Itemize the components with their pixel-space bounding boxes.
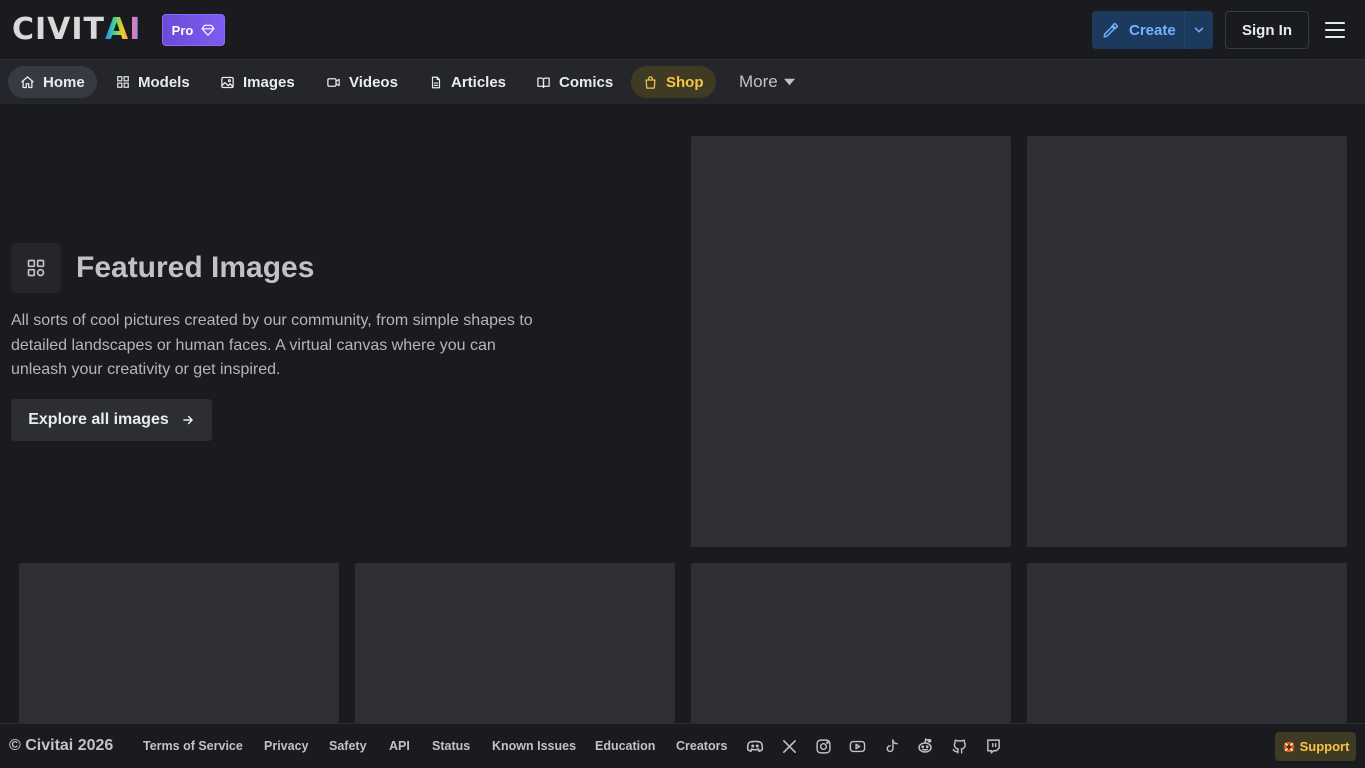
support-button[interactable]: Support — [1275, 732, 1356, 761]
footer-link-education[interactable]: Education — [595, 739, 655, 753]
top-header: CIVIT AI Pro Create Sign In — [0, 0, 1365, 60]
footer-link-terms[interactable]: Terms of Service — [143, 739, 243, 753]
twitch-icon[interactable] — [983, 736, 1003, 756]
image-card[interactable] — [691, 563, 1011, 723]
youtube-icon[interactable] — [847, 736, 867, 756]
footer-link-status[interactable]: Status — [432, 739, 470, 753]
image-card[interactable] — [691, 136, 1011, 547]
copyright-text: © Civitai 2026 — [9, 737, 114, 754]
support-label: Support — [1299, 739, 1350, 754]
nav-more-label: More — [739, 72, 778, 91]
logo-text-accent: AI — [105, 12, 142, 47]
create-dropdown-toggle[interactable] — [1184, 11, 1213, 49]
sign-in-button[interactable]: Sign In — [1225, 11, 1309, 49]
tiktok-icon[interactable] — [881, 736, 901, 756]
nav-item-comics[interactable]: Comics — [524, 66, 625, 98]
home-icon — [21, 75, 34, 88]
footer-link-creators[interactable]: Creators — [676, 739, 727, 753]
civitai-logo[interactable]: CIVIT AI — [12, 15, 141, 45]
nav-label: Articles — [451, 73, 507, 91]
x-icon[interactable] — [779, 736, 799, 756]
nav-label: Videos — [349, 73, 398, 91]
image-card[interactable] — [1027, 563, 1347, 723]
create-label: Create — [1129, 21, 1176, 39]
footer-link-safety[interactable]: Safety — [329, 739, 367, 753]
image-card[interactable] — [1027, 136, 1347, 547]
nav-label: Home — [43, 73, 85, 91]
instagram-icon[interactable] — [813, 736, 833, 756]
footer-link-api[interactable]: API — [389, 739, 410, 753]
footer: © Civitai 2026 Terms of Service Privacy … — [0, 723, 1365, 768]
reddit-icon[interactable] — [915, 736, 935, 756]
file-text-icon — [431, 76, 441, 88]
create-button[interactable]: Create — [1092, 11, 1184, 49]
shopping-bag-icon — [645, 75, 656, 89]
brush-icon — [1103, 22, 1119, 38]
menu-icon[interactable] — [1324, 20, 1346, 40]
explore-all-images-button[interactable]: Explore all images — [11, 399, 212, 441]
arrow-right-icon — [182, 415, 193, 425]
nav-label: Shop — [666, 73, 704, 91]
nav-more-dropdown[interactable]: More — [739, 66, 795, 98]
image-card[interactable] — [355, 563, 675, 723]
nav-label: Models — [138, 73, 190, 91]
pro-button[interactable]: Pro — [162, 14, 225, 46]
nav-item-images[interactable]: Images — [208, 66, 307, 98]
nav-label: Images — [243, 73, 295, 91]
photo-icon — [221, 76, 234, 88]
grid-icon — [117, 76, 129, 88]
explore-label: Explore all images — [28, 411, 169, 428]
nav-item-articles[interactable]: Articles — [417, 66, 518, 98]
nav-item-home[interactable]: Home — [8, 66, 97, 98]
footer-link-privacy[interactable]: Privacy — [264, 739, 308, 753]
pro-label: Pro — [171, 22, 194, 38]
caret-down-icon — [783, 78, 795, 86]
create-button-group: Create — [1092, 11, 1213, 49]
nav-item-models[interactable]: Models — [104, 66, 202, 98]
logo-text-main: CIVIT — [12, 12, 106, 47]
book-icon — [537, 77, 550, 88]
footer-link-known-issues[interactable]: Known Issues — [492, 739, 576, 753]
lifebuoy-icon — [1283, 741, 1294, 752]
video-icon — [327, 77, 340, 87]
discord-icon[interactable] — [745, 736, 765, 756]
page-title: Featured Images — [76, 251, 315, 284]
nav-label: Comics — [559, 73, 614, 91]
hero-description: All sorts of cool pictures created by ou… — [11, 312, 533, 378]
featured-images-icon — [11, 243, 61, 293]
nav-item-shop[interactable]: Shop — [631, 66, 716, 98]
nav-item-videos[interactable]: Videos — [314, 66, 410, 98]
main-nav: Home Models Images Videos Articles Comic… — [0, 60, 1365, 104]
diamond-icon — [201, 24, 215, 36]
github-icon[interactable] — [949, 736, 969, 756]
chevron-down-icon — [1194, 27, 1204, 33]
image-card[interactable] — [19, 563, 339, 723]
